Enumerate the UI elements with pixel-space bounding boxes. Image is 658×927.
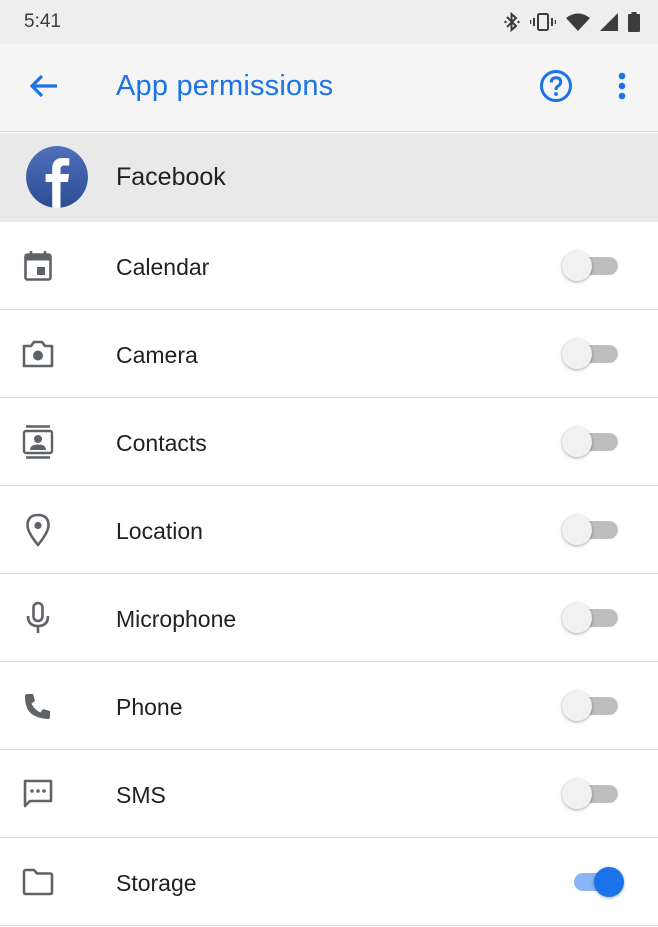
contacts-icon	[20, 424, 56, 460]
permission-row-contacts[interactable]: Contacts	[0, 398, 658, 486]
permission-row-phone[interactable]: Phone	[0, 662, 658, 750]
sms-toggle[interactable]	[560, 778, 630, 810]
contacts-toggle[interactable]	[560, 426, 630, 458]
camera-toggle[interactable]	[560, 338, 630, 370]
calendar-toggle[interactable]	[560, 250, 630, 282]
help-button[interactable]	[534, 68, 578, 108]
camera-icon	[20, 336, 56, 372]
permission-row-location[interactable]: Location	[0, 486, 658, 574]
permission-row-sms[interactable]: SMS	[0, 750, 658, 838]
permission-row-storage[interactable]: Storage	[0, 838, 658, 926]
phone-toggle[interactable]	[560, 690, 630, 722]
arrow-back-icon	[29, 74, 59, 103]
sms-icon	[20, 776, 56, 812]
permission-label: Microphone	[116, 606, 237, 632]
back-button[interactable]	[22, 68, 66, 108]
more-vert-icon	[618, 72, 626, 105]
app-bar: App permissions	[0, 44, 658, 132]
permission-label: SMS	[116, 782, 166, 808]
permission-list: Calendar Camera Contacts Location Microp…	[0, 222, 658, 926]
bluetooth-icon	[504, 12, 520, 32]
status-icons	[504, 12, 640, 32]
folder-icon	[20, 864, 56, 900]
page-title: App permissions	[116, 70, 334, 102]
status-time: 5:41	[24, 11, 61, 32]
status-bar: 5:41	[0, 0, 658, 44]
storage-toggle[interactable]	[560, 866, 630, 898]
battery-icon	[628, 12, 640, 32]
location-toggle[interactable]	[560, 514, 630, 546]
facebook-logo	[26, 146, 88, 208]
help-circle-icon	[539, 69, 573, 108]
wifi-icon	[566, 13, 590, 31]
permission-row-camera[interactable]: Camera	[0, 310, 658, 398]
microphone-icon	[20, 600, 56, 636]
permission-label: Calendar	[116, 254, 210, 280]
phone-icon	[20, 688, 56, 724]
microphone-toggle[interactable]	[560, 602, 630, 634]
permission-label: Location	[116, 518, 203, 544]
permission-label: Contacts	[116, 430, 207, 456]
location-icon	[20, 512, 56, 548]
app-name: Facebook	[116, 163, 226, 191]
permission-label: Storage	[116, 870, 197, 896]
vibrate-icon	[530, 12, 556, 32]
permission-label: Camera	[116, 342, 198, 368]
permission-label: Phone	[116, 694, 183, 720]
permission-row-microphone[interactable]: Microphone	[0, 574, 658, 662]
permission-row-calendar[interactable]: Calendar	[0, 222, 658, 310]
calendar-icon	[20, 248, 56, 284]
signal-icon	[600, 13, 618, 31]
more-options-button[interactable]	[602, 68, 642, 108]
app-header: Facebook	[0, 133, 658, 222]
